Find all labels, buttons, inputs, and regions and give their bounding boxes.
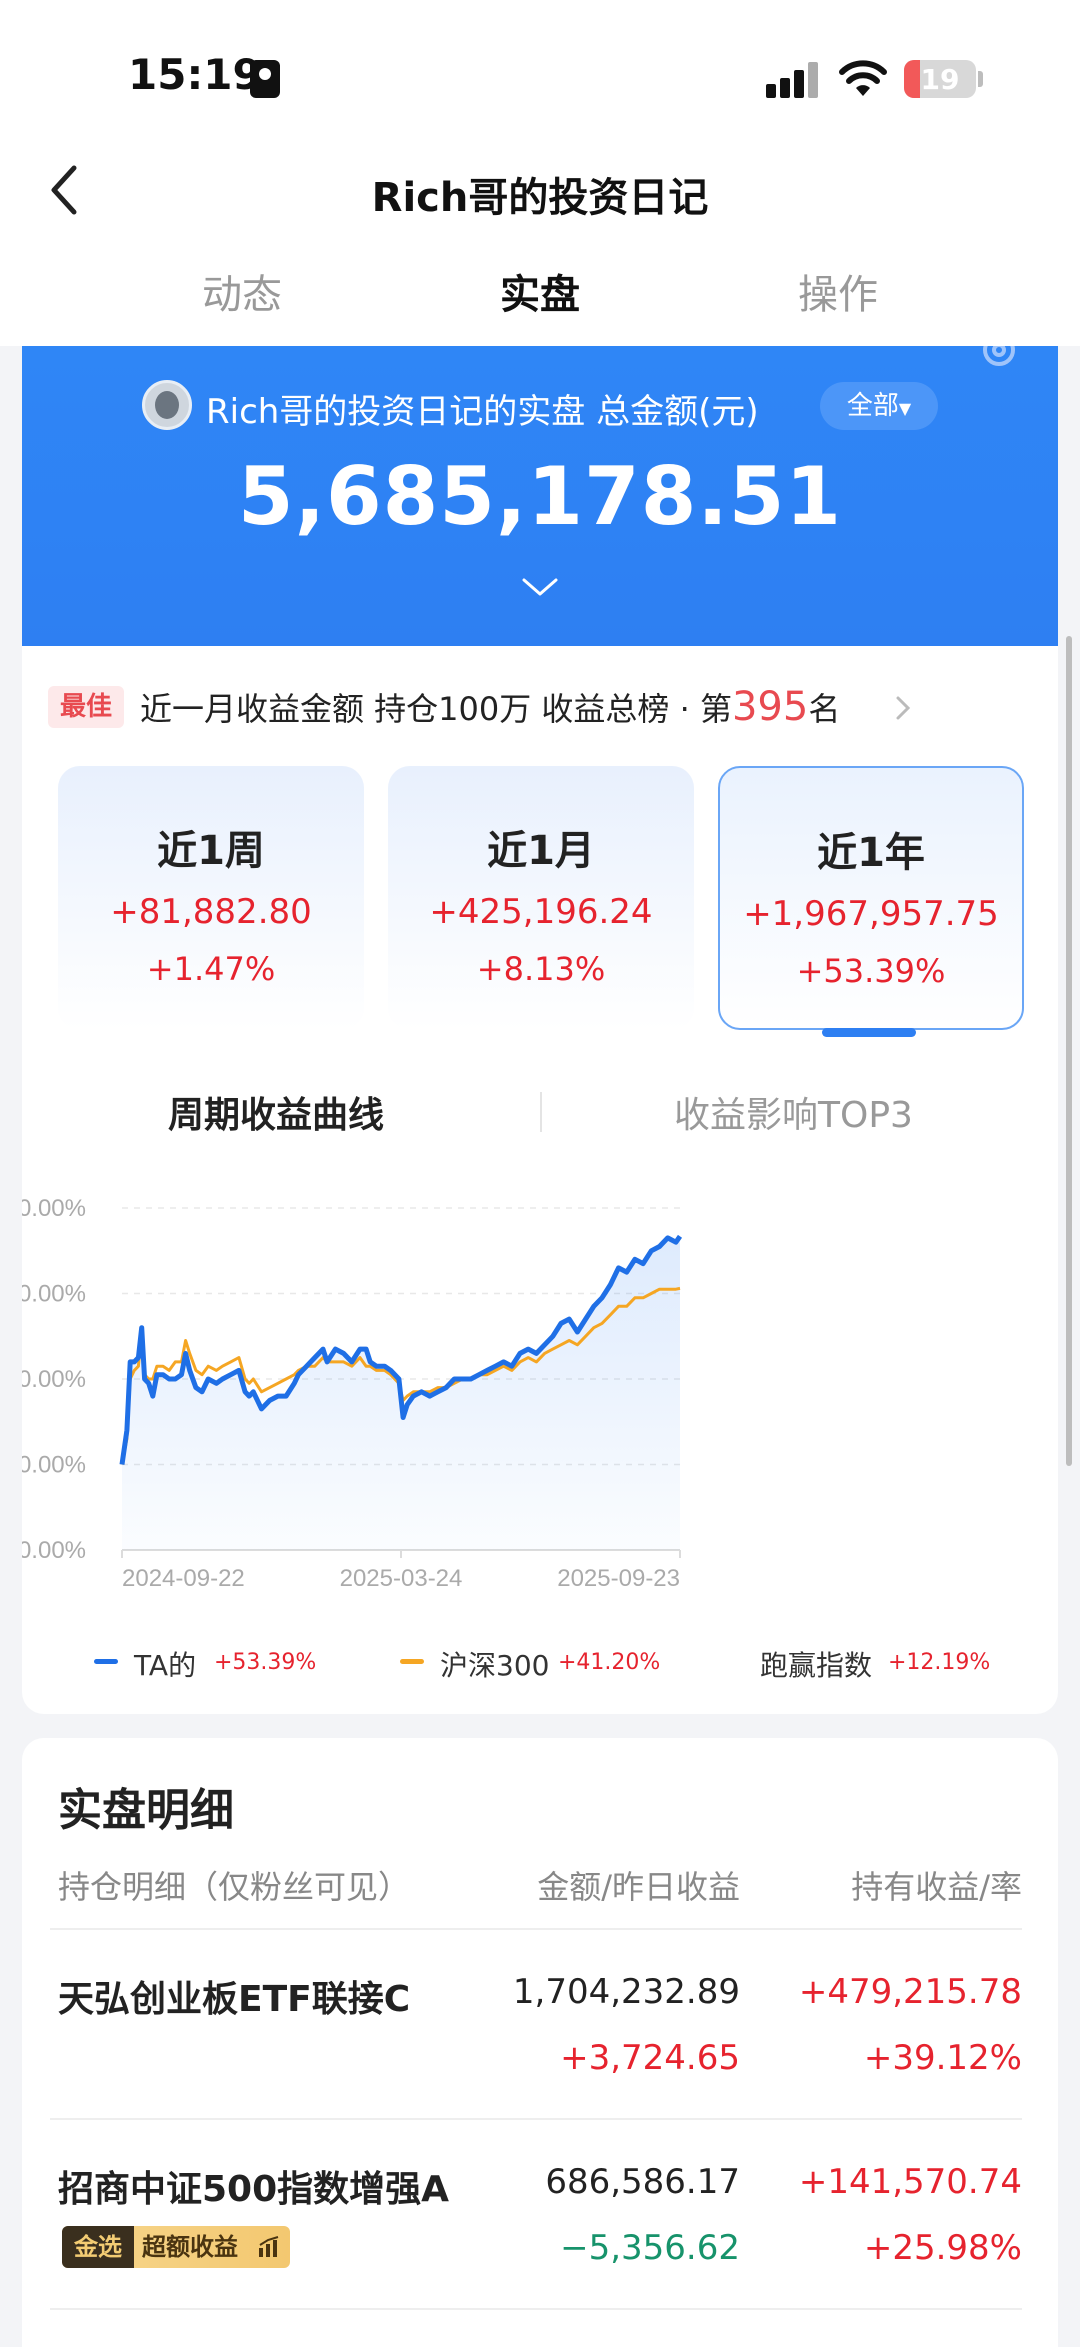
- legend-label-ta: TA的: [134, 1649, 197, 1682]
- period-percent: +1.47%: [146, 950, 276, 988]
- period-card-month[interactable]: 近1月 +425,196.24 +8.13%: [388, 766, 694, 1030]
- column-header-profit: 持有收益/率: [851, 1868, 1022, 1906]
- y-tick-label: 40.00%: [22, 1281, 86, 1308]
- rank-description: 近一月收益金额 持仓100万 收益总榜 · 第: [140, 690, 732, 728]
- rank-suffix: 名: [808, 690, 841, 728]
- x-tick-label: 2025-03-24: [340, 1565, 463, 1592]
- x-tick-label: 2025-09-23: [557, 1565, 680, 1592]
- caret-down-icon: ▼: [898, 399, 912, 418]
- holding-rate: +39.12%: [863, 2038, 1022, 2078]
- tag-label-gold: 金选: [62, 2226, 134, 2268]
- period-value: +1,967,957.75: [743, 894, 999, 934]
- holding-amount: 686,586.17: [545, 2162, 740, 2202]
- period-card-year[interactable]: 近1年 +1,967,957.75 +53.39%: [718, 766, 1024, 1030]
- rank-row[interactable]: 近一月收益金额 持仓100万 收益总榜 · 第395名: [140, 684, 840, 730]
- y-tick-label: 0.00%: [22, 1452, 86, 1479]
- page-title: Rich哥的投资日记: [371, 175, 709, 221]
- chevron-right-icon[interactable]: [894, 694, 912, 722]
- banner-caption: Rich哥的投资日记的实盘 总金额(元): [206, 392, 759, 432]
- chevron-down-icon[interactable]: [520, 576, 560, 600]
- period-selected-indicator: [822, 1028, 916, 1037]
- battery-tip: [978, 71, 983, 87]
- status-time: 15:19: [128, 50, 262, 99]
- divider: [50, 2118, 1022, 2120]
- holding-rate: +25.98%: [863, 2228, 1022, 2268]
- column-header-holding: 持仓明细（仅粉丝可见）: [58, 1868, 411, 1906]
- period-name: 近1月: [487, 828, 595, 874]
- avatar[interactable]: [142, 380, 192, 430]
- legend-swatch-hs300: [400, 1659, 424, 1664]
- holding-profit: +141,570.74: [798, 2162, 1022, 2202]
- legend-swatch-ta: [94, 1659, 118, 1664]
- divider: [50, 1928, 1022, 1930]
- tab-divider: [540, 1092, 542, 1132]
- tag-label-excess: 超额收益: [142, 2233, 238, 2261]
- rank-badge: 最佳: [48, 686, 124, 728]
- tab-top3-impact[interactable]: 收益影响TOP3: [674, 1086, 913, 1138]
- period-percent: +53.39%: [796, 952, 946, 990]
- period-name: 近1周: [157, 828, 265, 874]
- total-amount: 5,685,178.51: [237, 450, 843, 543]
- contact-card-icon: [250, 60, 280, 98]
- period-name: 近1年: [817, 830, 925, 876]
- return-curve-chart: 60.00% 40.00% 20.00% 0.00% -20.00% 2024-09-22…: [22, 1195, 683, 1592]
- period-value: +425,196.24: [429, 892, 653, 932]
- legend-label-hs300: 沪深300: [440, 1649, 550, 1682]
- battery-level: 19: [920, 63, 960, 96]
- y-tick-label: 60.00%: [22, 1195, 86, 1222]
- filter-label: 全部: [846, 391, 899, 421]
- legend-label-outperform: 跑赢指数: [760, 1649, 873, 1682]
- holding-amount: 1,704,232.89: [512, 1972, 740, 2012]
- holding-name: 招商中证500指数增强A: [58, 2169, 450, 2210]
- holding-name: 天弘创业板ETF联接C: [58, 1979, 411, 2020]
- battery-icon: 19: [904, 60, 976, 98]
- wifi-icon: [839, 60, 887, 96]
- period-card-week[interactable]: 近1周 +81,882.80 +1.47%: [58, 766, 364, 1030]
- rank-number: 395: [731, 684, 809, 730]
- y-tick-label: 20.00%: [22, 1366, 86, 1393]
- holding-yesterday-profit: −5,356.62: [560, 2228, 740, 2268]
- divider: [50, 2308, 1022, 2310]
- period-percent: +8.13%: [476, 950, 606, 988]
- y-tick-label: -20.00%: [22, 1537, 86, 1564]
- legend-value-ta: +53.39%: [214, 1650, 317, 1675]
- holdings-title: 实盘明细: [58, 1785, 234, 1836]
- gear-icon[interactable]: [974, 346, 1024, 376]
- x-tick-label: 2024-09-22: [122, 1565, 245, 1592]
- tab-period-curve[interactable]: 周期收益曲线: [168, 1086, 384, 1138]
- bar-chart-icon: [259, 2236, 279, 2257]
- scrollbar[interactable]: [1066, 636, 1072, 1466]
- tab-real-portfolio[interactable]: 实盘: [440, 262, 640, 320]
- premium-tag[interactable]: 金选 超额收益: [62, 2226, 290, 2268]
- column-header-amount: 金额/昨日收益: [537, 1868, 740, 1906]
- legend-value-hs300: +41.20%: [558, 1650, 661, 1675]
- tab-operations[interactable]: 操作: [738, 262, 938, 320]
- legend-value-outperform: +12.19%: [888, 1650, 991, 1675]
- holding-profit: +479,215.78: [798, 1972, 1022, 2012]
- cellular-signal-icon: [766, 62, 822, 98]
- tab-dynamics[interactable]: 动态: [142, 262, 342, 320]
- holding-yesterday-profit: +3,724.65: [560, 2038, 740, 2078]
- filter-dropdown[interactable]: 全部▼: [820, 382, 938, 430]
- period-value: +81,882.80: [110, 892, 312, 932]
- status-bar: 15:19 19: [0, 0, 1080, 140]
